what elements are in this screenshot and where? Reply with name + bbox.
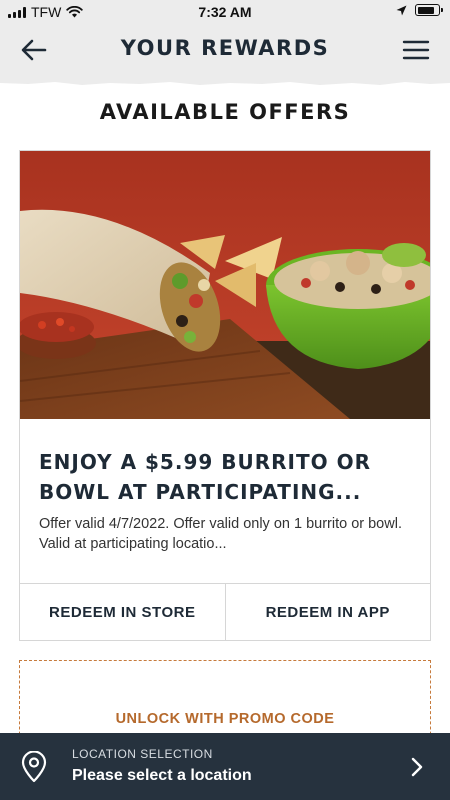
unlock-promo-code-button[interactable]: UNLOCK WITH PROMO CODE (20, 711, 430, 727)
section-title: AVAILABLE OFFERS (99, 100, 351, 124)
burrito-bowl-illustration (20, 151, 430, 419)
location-pin-icon (21, 751, 47, 783)
menu-button[interactable] (402, 38, 430, 62)
status-bar: TFW 7:32 AM (0, 0, 450, 24)
location-value: Please select a location (72, 767, 252, 784)
offer-actions: REDEEM IN STORE REDEEM IN APP (20, 583, 430, 640)
offer-description: Offer valid 4/7/2022. Offer valid only o… (39, 516, 402, 552)
hamburger-menu-icon (402, 40, 430, 60)
status-right (396, 4, 443, 16)
location-selection-bar[interactable]: LOCATION SELECTION Please select a locat… (0, 733, 450, 800)
chevron-right-icon (411, 757, 423, 777)
header-torn-edge (0, 80, 450, 85)
redeem-in-store-button[interactable]: REDEEM IN STORE (20, 584, 225, 640)
offer-title: ENJOY A $5.99 BURRITO OR BOWL AT PARTICI… (39, 450, 371, 504)
page-title: YOUR REWARDS (120, 36, 330, 60)
offer-card[interactable]: ENJOY A $5.99 BURRITO OR BOWL AT PARTICI… (19, 150, 431, 641)
battery-icon (415, 4, 443, 16)
location-arrow-icon (396, 5, 407, 15)
offer-image (20, 151, 430, 419)
location-label: LOCATION SELECTION (72, 747, 213, 761)
status-time: 7:32 AM (198, 4, 252, 20)
redeem-in-app-button[interactable]: REDEEM IN APP (224, 584, 430, 640)
